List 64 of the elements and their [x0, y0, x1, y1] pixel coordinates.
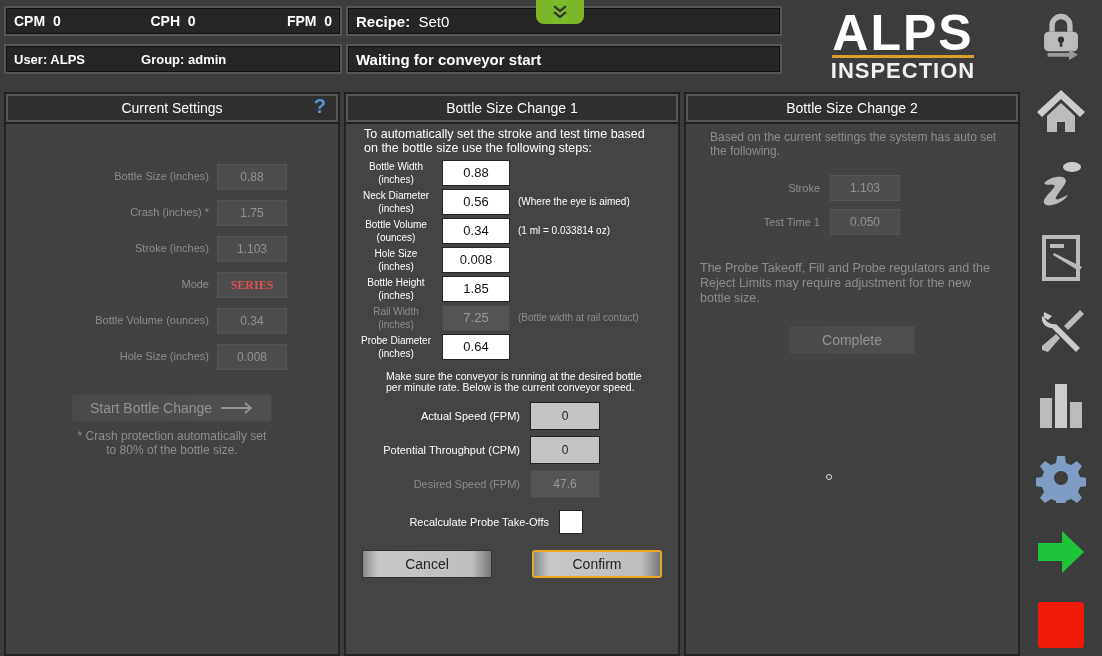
input-field[interactable]: 0.64: [442, 333, 510, 360]
expand-tab[interactable]: [536, 0, 584, 24]
checkbox[interactable]: [559, 509, 583, 534]
counter-label: CPM 0: [14, 13, 62, 29]
input-field[interactable]: 0.008: [442, 246, 510, 273]
value-field: 0: [530, 435, 600, 464]
info-text: Based on the current settings the system has auto set the following.: [710, 130, 998, 159]
value-field: 47.6: [530, 469, 600, 498]
value-field: 0.050: [830, 208, 900, 235]
input-field[interactable]: 1.85: [442, 275, 510, 302]
value-field: 1.75: [217, 200, 287, 226]
field-label: Stroke (inches): [134, 242, 209, 256]
field-label: Potential Throughput (CPM): [383, 443, 520, 456]
field-label: Bottle Width (inches): [368, 159, 424, 186]
conveyor-note: Make sure the conveyor is running at the desired bottle per minute rate. Below is the current conveyor speed.: [386, 370, 643, 394]
field-label: Actual Speed (FPM): [420, 409, 520, 422]
field-note: (Where the eye is aimed): [518, 196, 630, 207]
counter-label: FPM 0: [286, 13, 332, 29]
logo-subtitle: INSPECTION: [830, 59, 976, 82]
checkbox-label: Recalculate Probe Take-Offs: [409, 515, 549, 528]
panel-title: Bottle Size Change 2: [786, 100, 918, 116]
value-field: 0.008: [217, 344, 287, 370]
crash-note: * Crash protection automatically set to 80% of the bottle size.: [76, 430, 268, 458]
value-field: 1.103: [830, 174, 900, 201]
value-field: 0.34: [217, 308, 287, 334]
info-text: The Probe Takeoff, Fill and Probe regulators and the Reject Limits may require adjustment for the new bottle size.: [700, 260, 991, 306]
input-field[interactable]: 0.88: [442, 159, 510, 186]
field-label: Bottle Volume (ounces): [364, 217, 428, 244]
chevron-down-icon: [552, 5, 568, 19]
field-label: Probe Diameter (inches): [360, 333, 432, 360]
field-note: (1 ml = 0.033814 oz): [518, 225, 610, 236]
field-label: Desired Speed (FPM): [413, 477, 520, 490]
counter-label: CPH 0: [150, 13, 197, 29]
field-note: (Bottle width at rail contact): [518, 312, 639, 323]
value-field: 1.103: [217, 236, 287, 262]
logo-title: ALPS: [832, 10, 974, 58]
input-field[interactable]: 0.56: [442, 188, 510, 215]
field-label: Neck Diameter (inches): [361, 188, 431, 215]
field-label: Rail Width (inches): [372, 304, 420, 331]
field-label: Stroke: [787, 181, 820, 194]
field-label: Hole Size (inches): [373, 246, 419, 273]
instructions-text: To automatically set the stroke and test time based on the bottle size use the following steps:: [363, 128, 646, 156]
value-field: 0: [530, 401, 600, 430]
panel-title: Bottle Size Change 1: [446, 100, 578, 116]
value-field: 0.88: [217, 164, 287, 190]
settings-icon[interactable]: [1036, 453, 1086, 503]
dialog-button[interactable]: Confirm: [532, 549, 662, 578]
user-label: User: ALPS: [14, 51, 86, 67]
field-label: Bottle Size (inches): [113, 170, 209, 184]
dialog-button[interactable]: Cancel: [362, 549, 492, 578]
panel-title: Current Settings: [121, 100, 223, 116]
stop-icon[interactable]: [1036, 600, 1086, 650]
status-message: Waiting for conveyor start: [356, 50, 542, 68]
field-label: Mode: [180, 278, 209, 292]
group-label: Group: admin: [141, 51, 227, 67]
value-field: SERIES: [217, 272, 287, 298]
field-label: Hole Size (inches): [118, 350, 209, 364]
field-label: Bottle Height (inches): [366, 275, 426, 302]
field-label: Crash (inches) *: [129, 206, 209, 220]
field-label: Bottle Volume (ounces): [94, 314, 209, 328]
input-field[interactable]: 0.34: [442, 217, 510, 244]
field-label: Test Time 1: [762, 215, 820, 228]
arrow-right-icon: [220, 402, 255, 414]
recipe-label: Recipe: Set0: [356, 12, 450, 30]
